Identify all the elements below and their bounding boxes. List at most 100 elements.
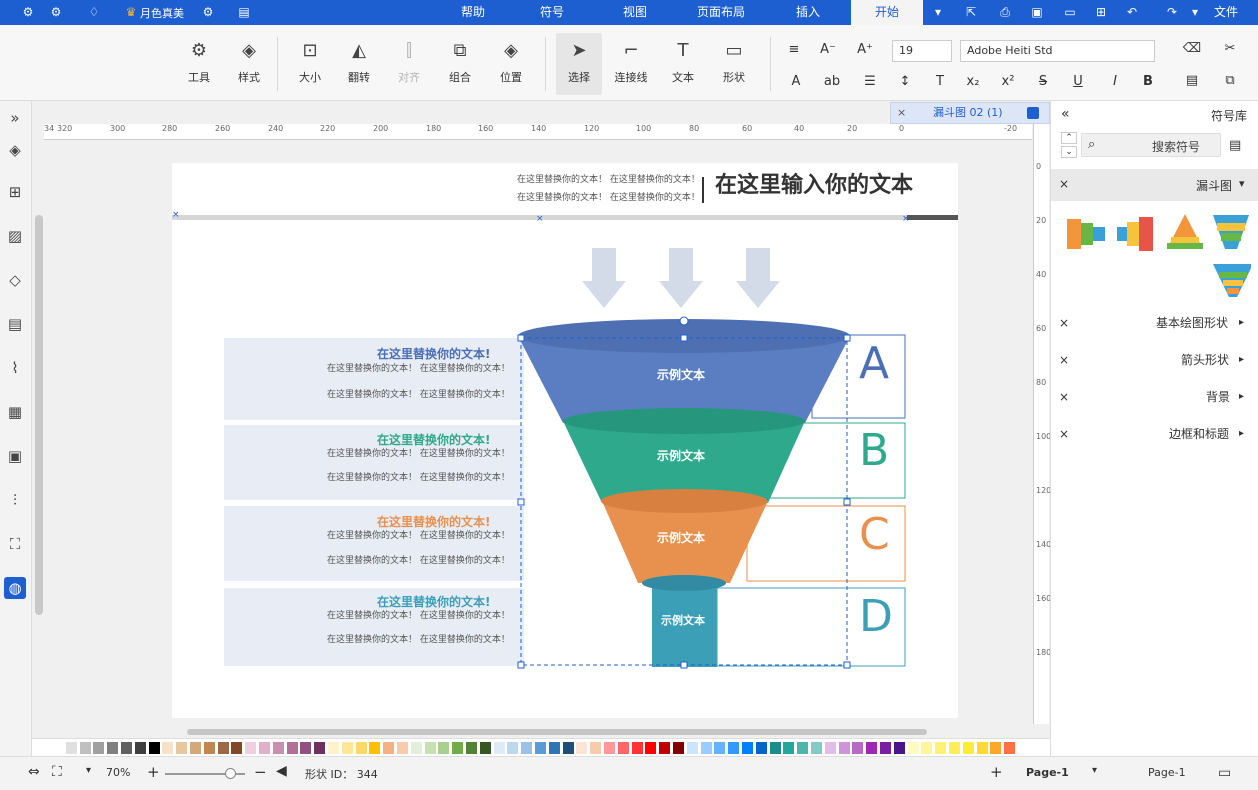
page-selector[interactable]: Page-1 <box>1148 766 1186 779</box>
handle-x-left[interactable]: × <box>172 210 180 220</box>
page-dropdown-icon[interactable]: ▾ <box>1092 765 1097 776</box>
color-swatch[interactable] <box>314 742 326 754</box>
subscript-icon[interactable]: x₂ <box>963 72 983 92</box>
horizontal-scrollbar[interactable] <box>44 726 1032 738</box>
collapse-right-icon[interactable]: « <box>1061 106 1070 122</box>
color-swatch[interactable] <box>990 742 1002 754</box>
text-button[interactable]: T 文本 <box>660 33 706 95</box>
color-swatch[interactable] <box>176 742 188 754</box>
export-icon[interactable]: ⇱ <box>963 4 979 20</box>
color-swatch[interactable] <box>369 742 381 754</box>
color-swatch[interactable] <box>93 742 105 754</box>
style-button[interactable]: ◈ 样式 <box>226 33 272 95</box>
image-icon[interactable]: ▨ <box>4 225 26 247</box>
align-button[interactable]: ⫿ 对齐 <box>386 33 432 95</box>
search-up-icon[interactable]: ⌃ <box>1061 132 1077 144</box>
thumb-vertical-funnel[interactable] <box>1213 215 1249 249</box>
align-icon[interactable]: ≡ <box>784 40 804 60</box>
flip-button[interactable]: ◭ 翻转 <box>336 33 382 95</box>
panel-b-line1[interactable]: 在这里替换你的文本！ 在这里替换你的文本！ <box>327 446 510 459</box>
save-icon[interactable]: ▣ <box>1029 4 1045 20</box>
text-bg-icon[interactable]: ab <box>822 72 842 92</box>
color-swatch[interactable] <box>466 742 477 754</box>
funnel-symbol-thumbnails[interactable] <box>1061 209 1251 299</box>
menu-insert[interactable]: 插入 <box>786 0 830 25</box>
color-swatch[interactable] <box>245 742 257 754</box>
close-section-icon[interactable]: × <box>1059 177 1069 191</box>
color-swatch[interactable] <box>976 742 988 754</box>
color-swatch[interactable] <box>521 742 533 754</box>
color-swatch[interactable] <box>562 742 574 754</box>
left-scrollbar[interactable] <box>35 215 43 615</box>
group-button[interactable]: ⧉ 组合 <box>437 33 483 95</box>
close-section-icon[interactable]: × <box>1059 382 1069 412</box>
font-shrink-icon[interactable]: A⁻ <box>818 40 838 60</box>
color-swatch[interactable] <box>838 742 850 754</box>
font-family-select[interactable]: Adobe Heiti Std <box>960 40 1155 62</box>
color-swatch[interactable] <box>921 742 933 754</box>
frame-icon[interactable]: ▣ <box>4 445 26 467</box>
panel-d-line1[interactable]: 在这里替换你的文本！ 在这里替换你的文本！ <box>327 608 510 621</box>
stage-b-label[interactable]: 示例文本 <box>657 447 705 464</box>
panel-d-line2[interactable]: 在这里替换你的文本！ 在这里替换你的文本！ <box>327 632 510 645</box>
search-box[interactable]: ⌕ 搜索符号 <box>1081 133 1221 157</box>
color-swatch[interactable] <box>397 742 408 754</box>
color-swatch[interactable] <box>107 742 119 754</box>
color-swatch[interactable] <box>576 742 588 754</box>
open-icon[interactable]: ▭ <box>1062 4 1078 20</box>
color-swatch[interactable] <box>783 742 795 754</box>
search-down-icon[interactable]: ⌄ <box>1061 146 1077 158</box>
color-swatch[interactable] <box>203 742 215 754</box>
color-swatch[interactable] <box>383 742 395 754</box>
chart-icon[interactable]: ⌇ <box>4 357 26 379</box>
thumb-stacked-funnel[interactable] <box>1213 264 1251 297</box>
color-swatch[interactable] <box>645 742 657 754</box>
color-swatch[interactable] <box>617 742 629 754</box>
color-swatch[interactable] <box>755 742 767 754</box>
more-icon[interactable]: ▾ <box>930 4 946 20</box>
italic-icon[interactable]: I <box>1105 72 1125 92</box>
color-swatch[interactable] <box>479 742 491 754</box>
color-swatch[interactable] <box>134 742 146 754</box>
menu-help[interactable]: 帮助 <box>451 0 495 25</box>
gear-icon[interactable]: ⚙ <box>20 4 36 20</box>
color-swatch[interactable] <box>631 742 643 754</box>
color-swatch[interactable] <box>907 742 919 754</box>
zoom-out-icon[interactable]: − <box>254 763 267 781</box>
color-swatch[interactable] <box>52 742 63 754</box>
color-swatch[interactable] <box>217 742 229 754</box>
color-swatch[interactable] <box>286 742 298 754</box>
font-size-select[interactable]: 19 <box>892 40 952 62</box>
stage-d-label[interactable]: 示例文本 <box>661 612 705 628</box>
color-swatch[interactable] <box>824 742 836 754</box>
menu-symbol[interactable]: 符号 <box>530 0 574 25</box>
grid-icon[interactable]: ⊞ <box>4 181 26 203</box>
position-button[interactable]: ◈ 位置 <box>488 33 534 95</box>
stage-a-label[interactable]: 示例文本 <box>657 366 705 383</box>
superscript-icon[interactable]: x² <box>998 72 1018 92</box>
color-swatch[interactable] <box>728 742 740 754</box>
user-name[interactable]: 月色真美 <box>140 5 184 21</box>
resize-handle[interactable] <box>517 498 525 506</box>
panel-a-line2[interactable]: 在这里替换你的文本！ 在这里替换你的文本！ <box>327 387 510 400</box>
color-swatch[interactable] <box>410 742 422 754</box>
drawing-page[interactable]: × × × 在这里输入你的文本 在这里替换你的文本！ 在这里替换你的文本！ 在这… <box>172 163 958 718</box>
color-swatch[interactable] <box>424 742 436 754</box>
color-swatch[interactable] <box>866 742 878 754</box>
font-grow-icon[interactable]: A⁺ <box>855 40 875 60</box>
shirt-icon[interactable]: ♢ <box>86 4 102 20</box>
letter-c[interactable]: C <box>859 509 890 560</box>
section-borders-titles[interactable]: × 边框和标题 ▸ <box>1051 419 1258 449</box>
color-swatch[interactable] <box>259 742 270 754</box>
color-swatch[interactable] <box>79 742 91 754</box>
thumb-horizontal-funnel[interactable] <box>1067 219 1105 249</box>
handle-x-middle[interactable]: × <box>536 214 544 224</box>
shape-button[interactable]: ▭ 形状 <box>711 33 757 95</box>
format-painter-icon[interactable]: ⌫ <box>1182 39 1202 59</box>
color-swatch[interactable] <box>535 742 546 754</box>
redo-icon[interactable]: ↷ <box>1164 4 1180 20</box>
letter-a[interactable]: A <box>859 338 889 389</box>
zoom-slider-thumb[interactable] <box>225 768 236 779</box>
scroll-thumb[interactable] <box>187 729 927 735</box>
color-swatch[interactable] <box>300 742 312 754</box>
